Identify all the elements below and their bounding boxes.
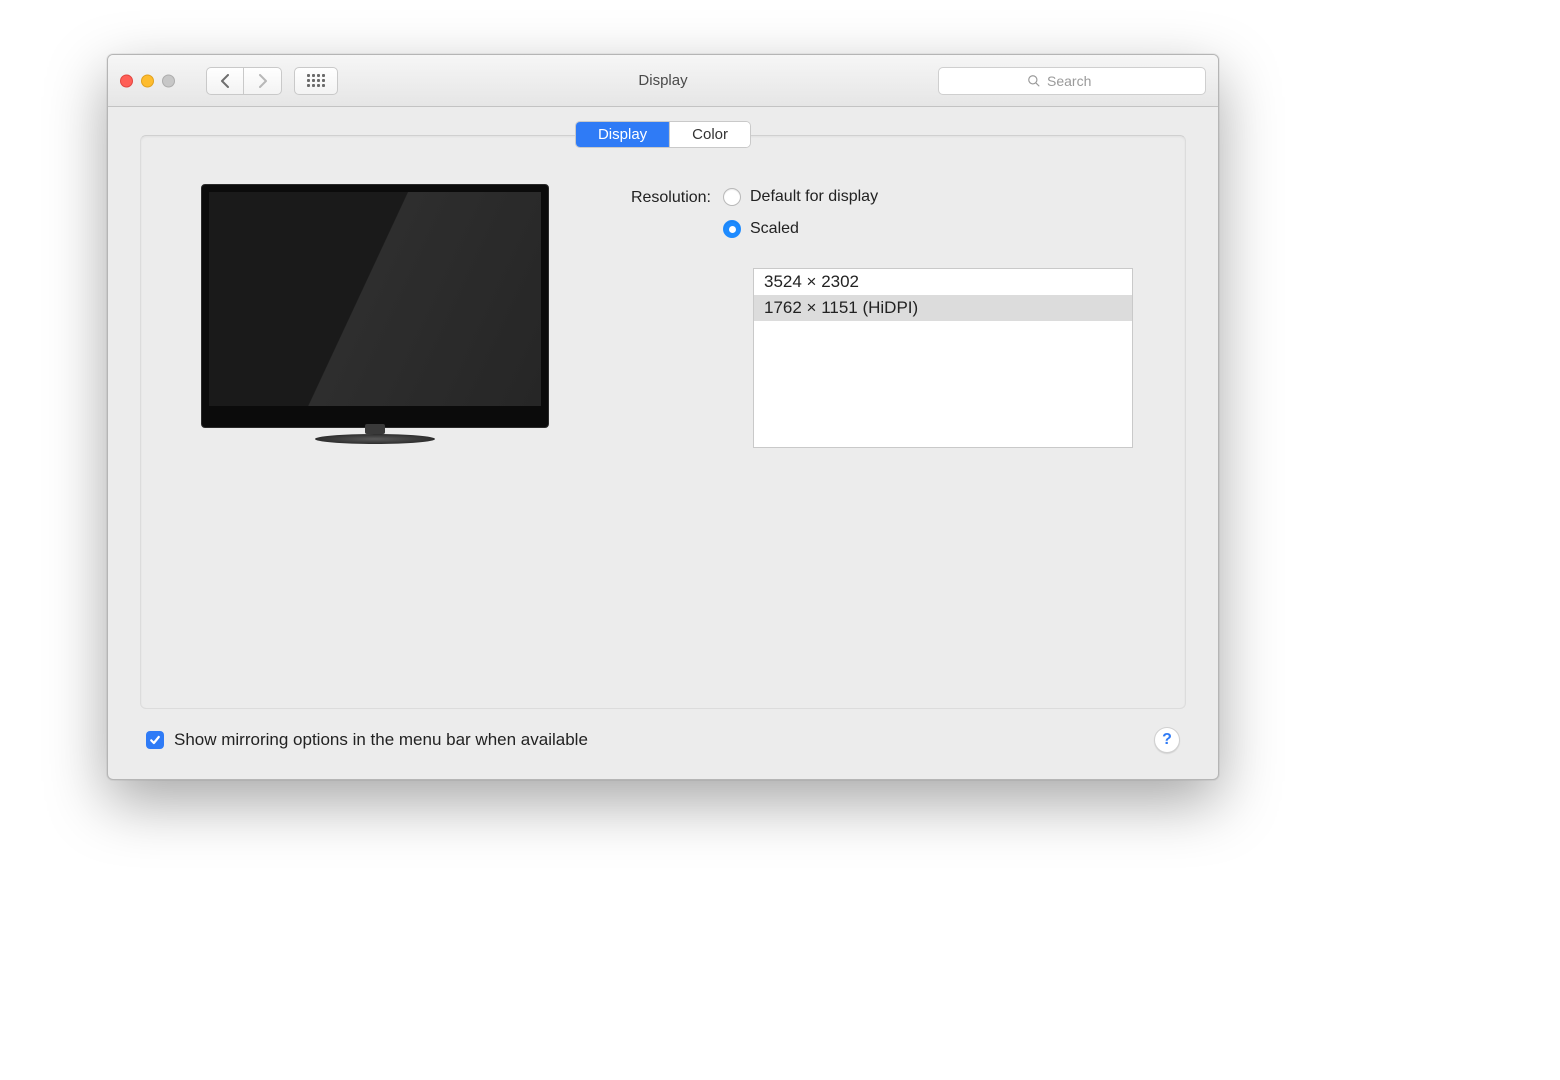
search-input[interactable] (1047, 73, 1117, 89)
tab-color[interactable]: Color (669, 122, 750, 147)
chevron-right-icon (258, 74, 267, 88)
show-all-prefs-button[interactable] (294, 67, 338, 95)
display-tab-body: Resolution: Default for display Scaled (141, 136, 1185, 484)
minimize-window-button[interactable] (141, 74, 154, 87)
grid-icon (307, 74, 325, 87)
prefs-pane: Display Color Resolution: (140, 135, 1186, 709)
pane-footer: Show mirroring options in the menu bar w… (140, 709, 1186, 761)
search-icon (1027, 74, 1041, 88)
checkbox-checked-icon (146, 731, 164, 749)
radio-icon (723, 220, 741, 238)
content-area: Display Color Resolution: (108, 107, 1218, 779)
back-button[interactable] (206, 67, 244, 95)
radio-label: Scaled (750, 218, 799, 240)
display-prefs-window: Display Display Color (107, 54, 1219, 780)
window-titlebar: Display (108, 55, 1218, 107)
help-icon: ? (1162, 731, 1172, 749)
tabs: Display Color (575, 121, 751, 148)
search-field[interactable] (938, 67, 1206, 95)
resolution-scaled-radio[interactable]: Scaled (723, 218, 1133, 240)
chevron-left-icon (221, 74, 230, 88)
monitor-icon (201, 184, 549, 428)
checkbox-label: Show mirroring options in the menu bar w… (174, 730, 588, 750)
mirroring-checkbox[interactable]: Show mirroring options in the menu bar w… (146, 730, 588, 750)
radio-icon (723, 188, 741, 206)
monitor-preview (185, 184, 565, 448)
forward-button (244, 67, 282, 95)
zoom-window-button (162, 74, 175, 87)
radio-label: Default for display (750, 186, 878, 208)
resolution-option[interactable]: 3524 × 2302 (754, 269, 1132, 295)
resolution-label: Resolution: (595, 186, 723, 210)
resolution-option[interactable]: 1762 × 1151 (HiDPI) (754, 295, 1132, 321)
close-window-button[interactable] (120, 74, 133, 87)
help-button[interactable]: ? (1154, 727, 1180, 753)
nav-back-forward (206, 67, 282, 95)
tab-display[interactable]: Display (576, 122, 669, 147)
window-controls (120, 74, 175, 87)
resolution-default-radio[interactable]: Default for display (723, 186, 1133, 208)
scaled-resolutions-list[interactable]: 3524 × 2302 1762 × 1151 (HiDPI) (753, 268, 1133, 448)
resolution-settings: Resolution: Default for display Scaled (595, 184, 1141, 448)
